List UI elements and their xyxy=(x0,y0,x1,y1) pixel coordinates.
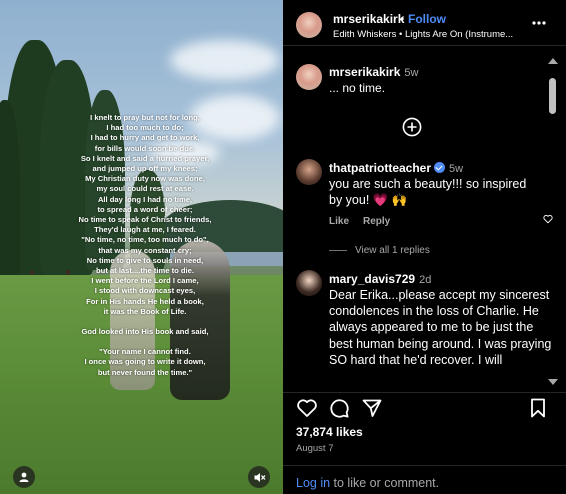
verified-badge-icon xyxy=(434,162,446,173)
poem-line: and jumped up off my knees; xyxy=(92,164,198,174)
caption-time[interactable]: 5w xyxy=(404,67,418,79)
poem-line: My Christian duty now was done, xyxy=(85,174,205,184)
comment-actions: Like Reply xyxy=(329,216,404,227)
login-prompt-text: to like or comment. xyxy=(330,476,440,490)
save-bookmark-icon[interactable] xyxy=(527,397,549,419)
comment-username[interactable]: thatpatriotteacher xyxy=(329,161,431,175)
comment-header: mary_davis729 2d xyxy=(329,272,431,286)
poem-line: but never found the time." xyxy=(97,367,193,377)
poem-line: I stood with downcast eyes, xyxy=(94,286,196,296)
more-options-icon[interactable] xyxy=(531,15,547,31)
caption-username[interactable]: mrserikakirk xyxy=(329,65,400,79)
muted-speaker-icon xyxy=(254,472,265,482)
poem-line: to spread a word of cheer; xyxy=(97,204,193,214)
poem-line: I knelt to pray but not for long, xyxy=(90,113,200,122)
user-icon xyxy=(19,472,29,482)
comments-scrollbar[interactable] xyxy=(543,56,563,387)
poem-line: No time to speak of Christ to friends, xyxy=(78,215,212,225)
poem-line: God looked into His book and said, xyxy=(81,327,209,337)
avatar[interactable] xyxy=(296,159,322,185)
poem-line: So I knelt and said a hurried prayer, xyxy=(80,153,210,163)
poem-line: it was the Book of Life. xyxy=(103,306,187,316)
comments-section[interactable]: mrserikakirk 5w ... no time. thatpatriott… xyxy=(283,47,566,392)
poem-line: All day long I had no time, xyxy=(97,194,193,204)
comment-text: you are such a beauty!!! so inspired by … xyxy=(329,177,527,207)
avatar[interactable] xyxy=(296,12,322,38)
post-sidebar: mrserikakirk • Follow Edith Whiskers • L… xyxy=(283,0,566,494)
poem-line: They'd laugh at me, I feared. xyxy=(94,225,196,235)
like-heart-icon[interactable] xyxy=(296,397,318,419)
login-link[interactable]: Log in xyxy=(296,476,330,490)
comment-icon[interactable] xyxy=(328,397,350,419)
scroll-down-icon[interactable] xyxy=(548,379,558,385)
poem-line: for bills would soon be due. xyxy=(94,143,196,153)
caption-text: ... no time. xyxy=(329,81,386,95)
tagged-users-button[interactable] xyxy=(13,466,35,488)
comment-time[interactable]: 2d xyxy=(419,274,431,286)
poem-line: No time to give to souls in need, xyxy=(86,255,204,265)
poem-line: my soul could rest at ease. xyxy=(96,184,194,194)
share-send-icon[interactable] xyxy=(361,397,383,419)
login-prompt: Log in to like or comment. xyxy=(296,476,439,490)
poem-line: but at last....the time to die. xyxy=(96,266,194,276)
scroll-up-icon[interactable] xyxy=(548,58,558,64)
view-replies-link[interactable]: View all 1 replies xyxy=(329,245,430,256)
audio-track-link[interactable]: Edith Whiskers • Lights Are On (Instrume… xyxy=(333,29,538,40)
post-date[interactable]: August 7 xyxy=(296,443,334,454)
comment-like-button[interactable]: Like xyxy=(329,216,349,227)
poem-line: "No time, no time, too much to do", xyxy=(81,235,209,245)
poem-line: I had to hurry and get to work, xyxy=(90,133,200,143)
scrollbar-thumb[interactable] xyxy=(549,78,556,114)
poem-line: I once was going to write it down, xyxy=(84,357,206,367)
poem-overlay-text: I knelt to pray but not for long, I had t… xyxy=(30,113,260,378)
comment-reply-button[interactable]: Reply xyxy=(363,216,390,227)
comment-time[interactable]: 5w xyxy=(449,163,463,175)
divider xyxy=(283,465,566,466)
avatar[interactable] xyxy=(296,64,322,90)
video-panel[interactable]: I knelt to pray but not for long, I had t… xyxy=(0,0,283,494)
comment-header: thatpatriotteacher 5w xyxy=(329,161,463,175)
poem-line: For in His hands He held a book, xyxy=(86,296,204,306)
load-more-comments-icon[interactable] xyxy=(402,117,422,137)
cloud xyxy=(170,40,280,80)
poem-gap xyxy=(30,317,260,327)
poem-gap xyxy=(30,337,260,347)
separator-dot: • xyxy=(400,12,405,26)
follow-button[interactable]: Follow xyxy=(408,12,446,26)
avatar[interactable] xyxy=(296,270,322,296)
poem-line: I went before the Lord I came, xyxy=(91,276,199,286)
mute-button[interactable] xyxy=(248,466,270,488)
header-username[interactable]: mrserikakirk xyxy=(333,12,404,26)
poem-line: "Your name I cannot find. xyxy=(99,347,191,357)
post-header: mrserikakirk • Follow Edith Whiskers • L… xyxy=(283,0,566,46)
comment-username[interactable]: mary_davis729 xyxy=(329,272,415,286)
poem-line: that was my constant cry; xyxy=(98,245,192,255)
likes-count[interactable]: 37,874 likes xyxy=(296,425,363,439)
divider xyxy=(283,392,566,393)
poem-line: I had too much to do; xyxy=(106,123,184,133)
caption-header: mrserikakirk 5w xyxy=(329,65,418,79)
comment-text: Dear Erika...please accept my sincerest … xyxy=(329,288,552,367)
